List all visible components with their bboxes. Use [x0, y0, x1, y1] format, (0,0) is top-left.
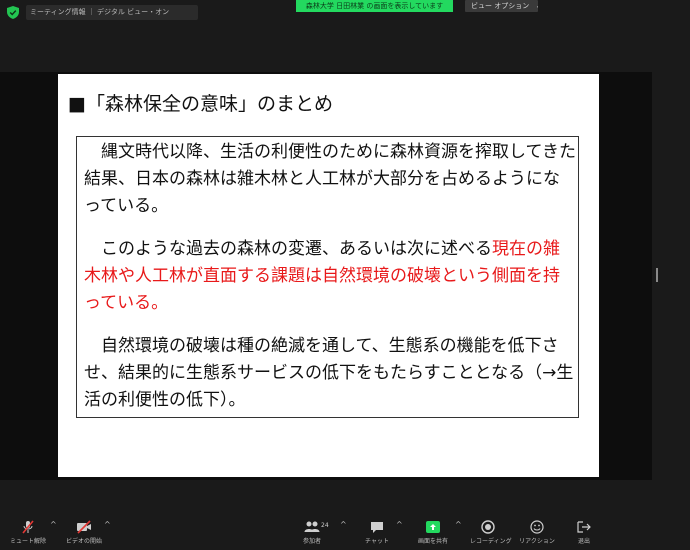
slide-paragraph-1: 縄文時代以降、生活の利便性のために森林資源を搾取してきた結果、日本の森林は雑木林…	[84, 142, 576, 216]
view-options-button[interactable]: ビュー オプション ⌄	[465, 0, 538, 12]
panel-resize-handle[interactable]	[656, 268, 658, 282]
top-bar: ミーティング情報 ｜ デジタル ビュー・オン 森林大学 日田林業 の画面を表示し…	[0, 0, 690, 26]
smiley-icon	[530, 520, 544, 534]
slide-paragraph-3: 自然環境の破壊は種の絶滅を通して、生態系の機能を低下させ、結果的に生態系サービス…	[84, 336, 574, 410]
record-icon	[481, 520, 495, 534]
reactions-button[interactable]: リアクション	[518, 510, 556, 550]
meeting-info-text[interactable]: ミーティング情報 ｜ デジタル ビュー・オン	[26, 5, 198, 20]
chat-options-caret[interactable]: ^	[396, 520, 403, 529]
audio-options-caret[interactable]: ^	[50, 520, 57, 529]
participants-icon	[304, 521, 320, 532]
leave-label: 退出	[577, 538, 590, 545]
participants-label: 参加者	[302, 538, 321, 545]
video-options-caret[interactable]: ^	[104, 520, 111, 529]
share-screen-button[interactable]: 画面を共有	[412, 510, 454, 550]
meeting-toolbar: ミュート解除 ^ ビデオの開始 ^ 参加者 24 ^ チャット ^ 画面を共有 …	[0, 510, 690, 550]
participants-count: 24	[321, 522, 329, 529]
slide-content-box: 縄文時代以降、生活の利便性のために森林資源を搾取してきた結果、日本の森林は雑木林…	[76, 136, 579, 418]
chat-label: チャット	[365, 538, 389, 545]
participants-button[interactable]: 参加者	[296, 510, 328, 550]
microphone-muted-icon	[22, 520, 34, 534]
chat-button[interactable]: チャット	[360, 510, 394, 550]
chevron-down-icon: ⌄	[535, 2, 538, 10]
participants-options-caret[interactable]: ^	[340, 520, 347, 529]
start-video-label: ビデオの開始	[65, 538, 102, 545]
presentation-slide: ■「森林保全の意味」のまとめ 縄文時代以降、生活の利便性のために森林資源を搾取し…	[58, 74, 599, 477]
view-options-label: ビュー オプション	[471, 2, 530, 10]
leave-button[interactable]: 退出	[572, 510, 596, 550]
video-off-icon	[77, 520, 91, 534]
leave-icon	[577, 521, 591, 533]
shield-icon[interactable]	[7, 6, 19, 19]
share-options-caret[interactable]: ^	[455, 520, 462, 529]
reactions-label: リアクション	[519, 538, 555, 545]
screen-share-banner: 森林大学 日田林業 の画面を表示しています	[296, 0, 453, 12]
slide-paragraph-2: このような過去の森林の変遷、あるいは次に述べる現在の雑木林や人工林が直面する課題…	[84, 236, 576, 317]
record-label: レコーディング	[470, 538, 512, 545]
slide-title: ■「森林保全の意味」のまとめ	[68, 93, 333, 115]
unmute-label: ミュート解除	[9, 538, 46, 545]
record-button[interactable]: レコーディング	[470, 510, 512, 550]
share-screen-icon	[426, 521, 440, 533]
paragraph-2-normal-text: このような過去の森林の変遷、あるいは次に述べる	[101, 239, 492, 259]
chat-bubble-icon	[371, 522, 383, 533]
unmute-button[interactable]: ミュート解除	[8, 510, 48, 550]
share-screen-label: 画面を共有	[417, 538, 448, 545]
start-video-button[interactable]: ビデオの開始	[62, 510, 106, 550]
